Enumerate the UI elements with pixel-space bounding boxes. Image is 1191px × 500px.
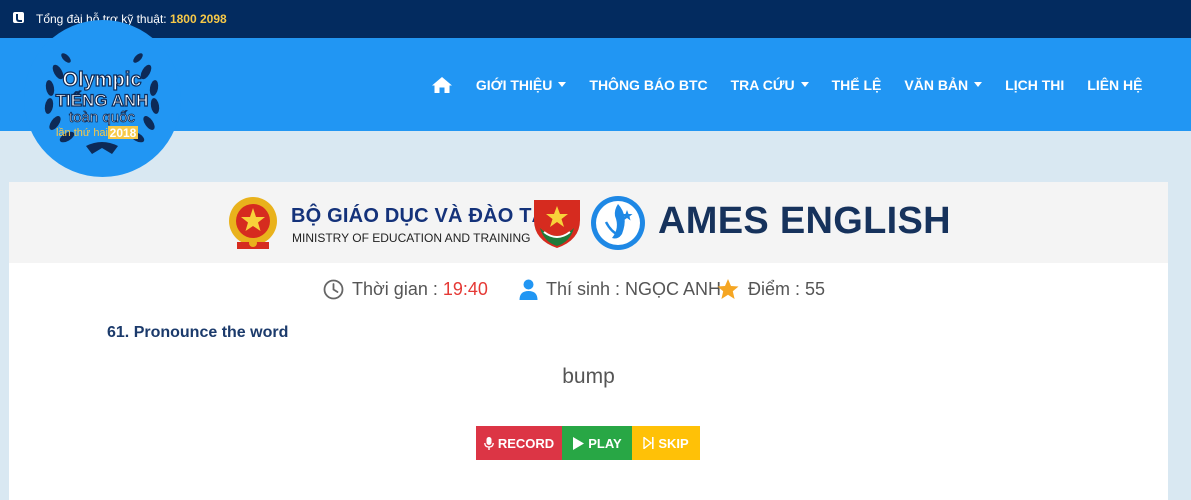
score-label: Điểm : [748,278,801,299]
logo-line1: Olympic [63,69,142,91]
ministry-name-en: MINISTRY OF EDUCATION AND TRAINING [292,231,531,245]
star-icon [717,279,739,299]
clock-icon [323,279,344,299]
sponsor-banner: BỘ GIÁO DỤC VÀ ĐÀO TẠO MINISTRY OF EDUCA… [9,182,1168,263]
logo-year: 2018 [110,126,137,140]
top-bar: Tổng đài hỗ trợ kỹ thuật: 1800 2098 [0,0,1191,38]
youth-union-logo-icon [534,200,580,248]
nav-menu: GIỚI THIỆU THÔNG BÁO BTC TRA CỨU THỂ LỆ … [419,38,1154,131]
target-word: bump [562,365,615,388]
skip-icon [643,437,654,449]
logo-line4: lần thứ hai [56,127,108,139]
olympic-logo[interactable]: Olympic TIẾNG ANH toàn quốc lần thứ hai … [36,42,168,160]
skip-label: SKIP [658,435,689,451]
nav-thong-bao-btc[interactable]: THÔNG BÁO BTC [578,77,719,93]
nav-lien-he[interactable]: LIÊN HỆ [1076,77,1154,93]
nav-thong-bao-btc-label: THÔNG BÁO BTC [589,76,708,93]
user-icon [519,279,538,300]
nav-the-le[interactable]: THỂ LỆ [820,77,893,93]
national-emblem-icon [229,197,277,249]
nav-lich-thi[interactable]: LỊCH THI [994,77,1076,93]
nav-lich-thi-label: LỊCH THI [1005,76,1065,93]
student-association-logo-icon [591,196,645,250]
play-button[interactable]: PLAY [562,426,632,460]
microphone-icon [483,436,494,450]
hotline-text: Tổng đài hỗ trợ kỹ thuật: 1800 2098 [36,12,227,26]
caret-down-icon [800,82,809,87]
record-button[interactable]: RECORD [476,426,562,460]
logo-line3: toàn quốc [69,109,135,126]
timer-label: Thời gian : [352,278,438,299]
ministry-name-vn: BỘ GIÁO DỤC VÀ ĐÀO TẠO [291,205,563,227]
brand-name: AMES ENGLISH [658,200,951,242]
nav-tra-cuu-label: TRA CỨU [730,76,795,93]
skip-button[interactable]: SKIP [632,426,700,460]
play-label: PLAY [588,435,622,451]
record-label: RECORD [497,435,555,451]
score-value: 55 [805,278,826,299]
candidate: Thí sinh : NGỌC ANH [519,275,721,303]
phone-icon [13,12,24,23]
timer-value: 19:40 [442,278,488,299]
logo-line2: TIẾNG ANH [56,91,149,110]
nav-home[interactable] [419,76,464,94]
question-title: 61. Pronounce the word [107,324,289,341]
exam-card: BỘ GIÁO DỤC VÀ ĐÀO TẠO MINISTRY OF EDUCA… [9,182,1168,500]
nav-van-ban-label: VĂN BẢN [904,76,969,93]
nav-gioi-thieu[interactable]: GIỚI THIỆU [464,77,578,93]
candidate-name: NGỌC ANH [625,278,722,299]
caret-down-icon [558,82,567,87]
caret-down-icon [974,82,983,87]
nav-van-ban[interactable]: VĂN BẢN [893,77,994,93]
nav-lien-he-label: LIÊN HỆ [1087,76,1143,93]
nav-tra-cuu[interactable]: TRA CỨU [719,77,820,93]
score: Điểm : 55 [717,275,825,303]
nav-the-le-label: THỂ LỆ [831,76,882,93]
nav-gioi-thieu-label: GIỚI THIỆU [475,76,553,93]
home-icon [431,76,452,93]
hotline-number[interactable]: 1800 2098 [170,12,227,26]
play-icon [573,436,585,450]
audio-controls: RECORD PLAY SKIP [476,426,700,460]
exam-info-row: Thời gian : 19:40 Thí sinh : NGỌC ANH Đi… [9,275,1168,305]
timer: Thời gian : 19:40 [323,275,488,303]
candidate-label: Thí sinh : [546,278,621,299]
